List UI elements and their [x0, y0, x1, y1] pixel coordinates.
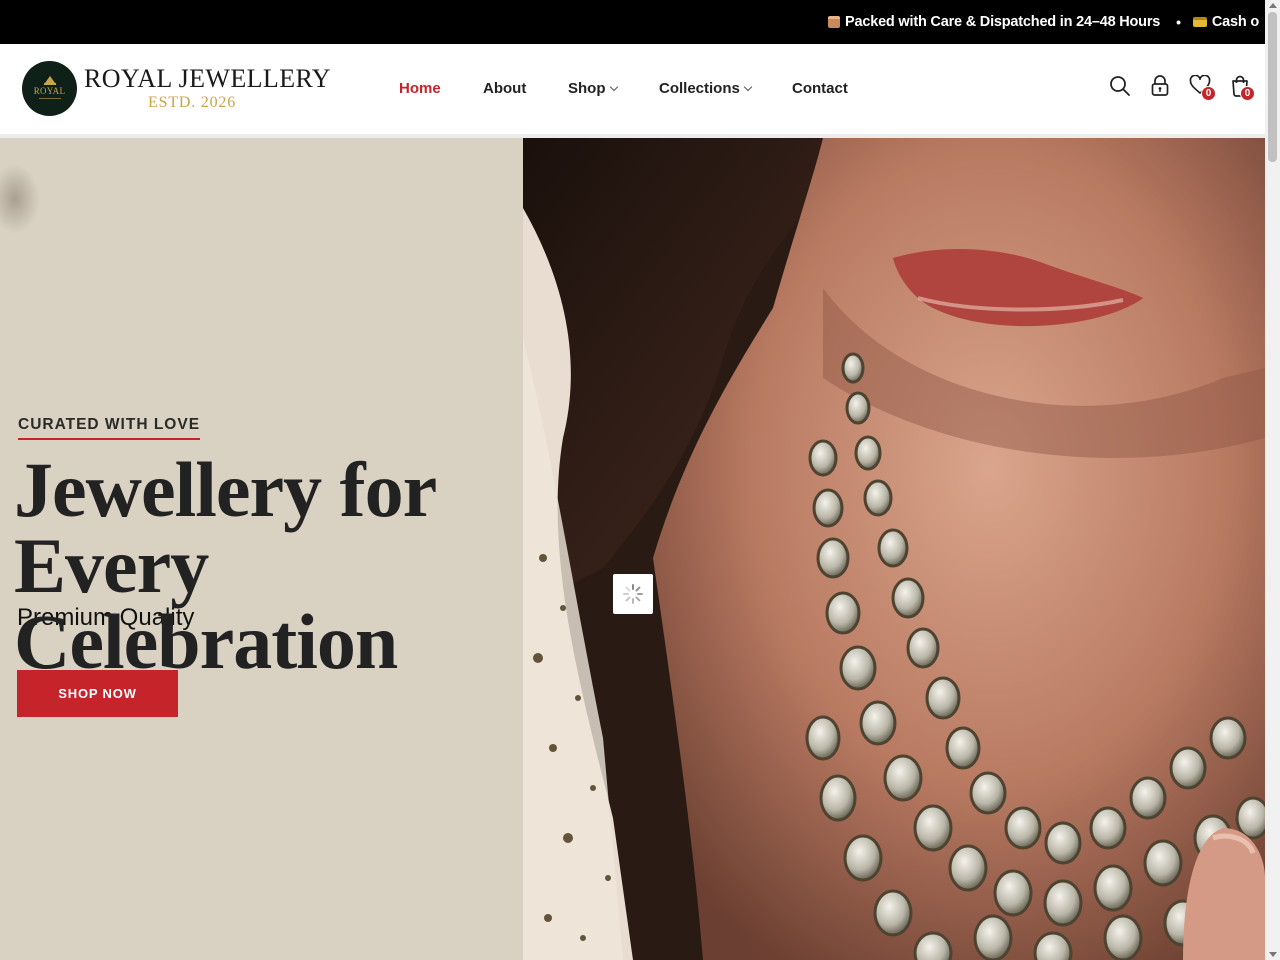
hero-title: Jewellery for Every Celebration [14, 451, 634, 681]
hero-eyebrow: CURATED WITH LOVE [18, 416, 201, 440]
shopping-bag-icon[interactable]: 0 [1230, 75, 1255, 101]
chevron-down-icon [609, 82, 618, 91]
nav-shop-label: Shop [568, 80, 606, 97]
announcement-cod-text: Cash o [1211, 14, 1260, 30]
chevron-down-icon [743, 82, 753, 91]
package-icon [828, 16, 840, 28]
scroll-down-icon[interactable] [1269, 952, 1277, 957]
announcement-dispatch-text: Packed with Care & Dispatched in 24–48 H… [845, 14, 1161, 30]
brand-established: ESTD. 2026 [148, 94, 236, 111]
hero-title-line2: Celebration [14, 598, 398, 685]
loading-spinner-icon [613, 574, 653, 614]
decorative-blur [0, 164, 40, 234]
logo[interactable]: ROYAL [22, 61, 77, 116]
nav-home[interactable]: Home [399, 80, 441, 97]
lock-icon[interactable] [1150, 75, 1172, 99]
page-scrollbar[interactable] [1265, 0, 1280, 960]
wishlist-count-badge: 0 [1201, 86, 1216, 101]
nav-collections-label: Collections [659, 80, 740, 97]
brand-name[interactable]: ROYAL JEWELLERY [84, 64, 331, 94]
credit-card-icon [1192, 17, 1207, 27]
nav-shop[interactable]: Shop [568, 80, 618, 97]
nav-collections[interactable]: Collections [659, 80, 753, 97]
nav-home-label: Home [399, 80, 441, 97]
scrollbar-thumb[interactable] [1268, 12, 1277, 162]
heart-icon[interactable]: 0 [1189, 74, 1216, 101]
nav-contact[interactable]: Contact [792, 80, 848, 97]
logo-text: ROYAL [33, 86, 66, 96]
search-icon[interactable] [1109, 75, 1131, 99]
announcement-separator: • [1176, 14, 1181, 30]
announcement-item-dispatch: Packed with Care & Dispatched in 24–48 H… [828, 14, 1160, 30]
hero-image [523, 138, 1265, 960]
nav-about-label: About [483, 80, 527, 97]
hero-section: CURATED WITH LOVE Jewellery for Every Ce… [0, 134, 1265, 960]
nav-about[interactable]: About [483, 80, 526, 97]
logo-divider [38, 98, 61, 99]
cart-count-badge: 0 [1240, 86, 1255, 101]
crown-icon [43, 76, 56, 85]
announcement-item-cod: Cash o [1192, 14, 1260, 30]
nav-contact-label: Contact [792, 80, 848, 97]
announcement-track: Packed with Care & Dispatched in 24–48 H… [828, 0, 1259, 44]
hero-title-line1: Jewellery for Every [14, 446, 436, 609]
announcement-bar: Packed with Care & Dispatched in 24–48 H… [0, 0, 1280, 44]
scroll-up-icon[interactable] [1269, 3, 1277, 8]
site-header: ROYAL ROYAL JEWELLERY ESTD. 2026 Home Ab… [0, 44, 1265, 134]
